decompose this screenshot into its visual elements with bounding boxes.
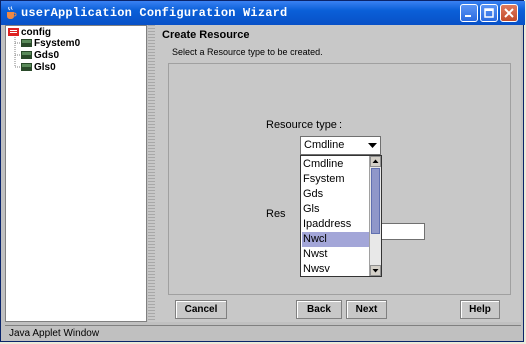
option-nwst[interactable]: Nwst [302,247,369,262]
java-cup-icon [7,6,17,19]
minimize-button[interactable] [460,4,478,22]
title-bar[interactable]: userApplication Configuration Wizard [1,1,525,25]
panel-heading: Create Resource [162,29,250,41]
wizard-window: userApplication Configuration Wizard con… [0,0,525,342]
resource-tree[interactable]: config Fsystem0 Gds0 Gls0 [5,25,147,322]
status-text: Java Applet Window [9,328,100,339]
create-resource-panel: Create Resource Select a Resource type t… [155,25,521,322]
panel-instructions: Select a Resource type to be created. [172,47,323,57]
arrow-down-icon [372,269,379,273]
resource-name-label: Res [266,208,286,220]
tree-node-fsystem0[interactable]: Fsystem0 [34,38,80,49]
config-folder-icon [8,28,19,36]
resource-type-colon: : [339,119,343,131]
back-button[interactable]: Back [296,300,342,319]
tree-node-config[interactable]: config [21,27,51,38]
option-nwsv[interactable]: Nwsv [302,262,369,277]
arrow-up-icon [372,159,379,163]
maximize-icon [484,8,494,18]
resource-type-dropdown-list[interactable]: Cmdline Fsystem Gds Gls Ipaddress Nwcl N… [300,155,382,277]
option-ipaddress[interactable]: Ipaddress [302,217,369,232]
resource-form-area: Resource type : Cmdline Res Cmdline Fsys… [168,63,511,295]
pane-splitter[interactable] [148,25,155,322]
scroll-down-button[interactable] [370,265,381,276]
resource-type-select[interactable]: Cmdline [300,136,381,155]
dropdown-scrollbar[interactable] [369,156,381,276]
resource-icon [21,51,32,59]
resource-type-selected-value: Cmdline [304,139,345,151]
cancel-button[interactable]: Cancel [175,300,227,319]
option-gds[interactable]: Gds [302,187,369,202]
window-title: userApplication Configuration Wizard [21,6,288,20]
resource-icon [21,39,32,47]
option-gls[interactable]: Gls [302,202,369,217]
resource-icon [21,63,32,71]
close-icon [504,8,514,18]
status-bar: Java Applet Window [5,325,521,341]
resource-name-input[interactable] [380,223,425,240]
option-nwcl[interactable]: Nwcl [302,232,369,247]
next-button[interactable]: Next [346,300,387,319]
tree-node-gls0[interactable]: Gls0 [34,62,56,73]
maximize-button[interactable] [480,4,498,22]
scroll-thumb[interactable] [371,168,380,234]
close-button[interactable] [500,4,518,22]
minimize-icon [465,15,471,17]
help-button[interactable]: Help [460,300,500,319]
option-fsystem[interactable]: Fsystem [302,172,369,187]
chevron-down-icon [368,143,377,148]
option-cmdline[interactable]: Cmdline [302,157,369,172]
scroll-up-button[interactable] [370,156,381,167]
resource-type-label: Resource type [266,119,337,131]
tree-node-gds0[interactable]: Gds0 [34,50,59,61]
